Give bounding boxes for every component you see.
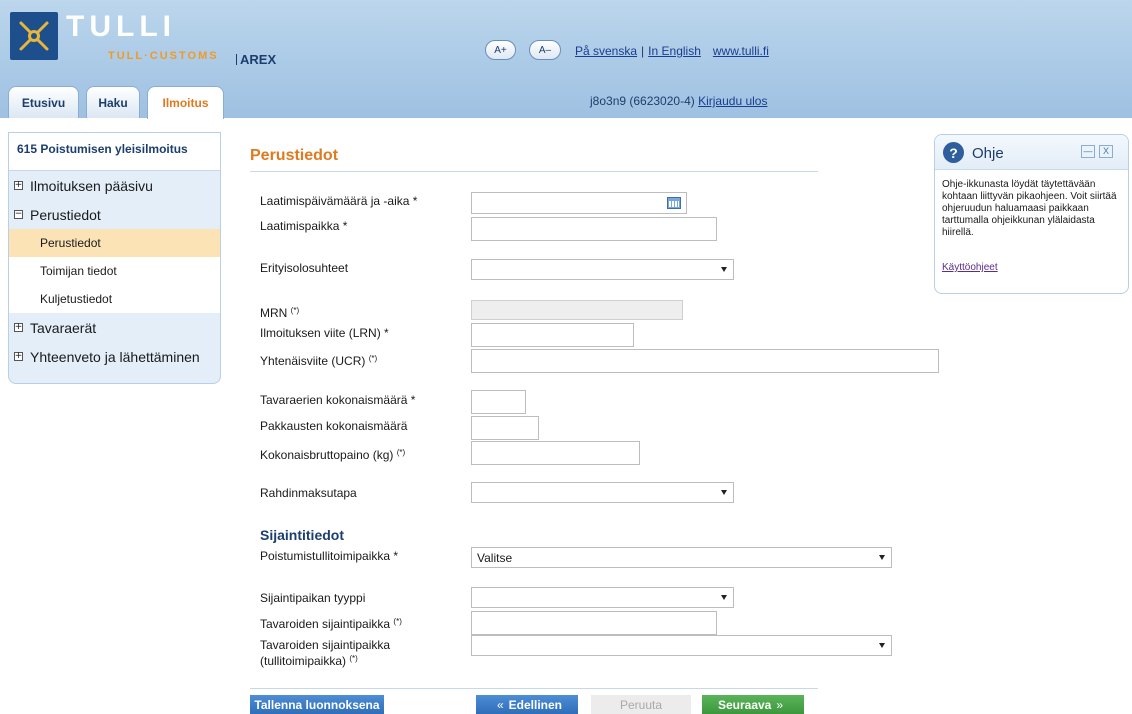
ucr-input[interactable] [471,349,939,373]
goods-location-label: Tavaroiden sijaintipaikka (*) [260,617,402,631]
cancel-button[interactable]: Peruuta [591,695,691,714]
user-id: j8o3n9 (6623020-4) [590,94,695,108]
user-guide-link[interactable]: Käyttöohjeet [942,262,998,273]
footer-divider [250,688,818,689]
goods-location-input[interactable] [471,611,717,635]
sidebar-subitem-toimijan-tiedot[interactable]: Toimijan tiedot [9,257,220,285]
date-time-input[interactable] [471,192,687,214]
sidebar-item-label: Yhteenveto ja lähettäminen [30,348,200,365]
help-title: Ohje [972,145,1004,162]
help-header[interactable]: ? Ohje — X [935,135,1128,170]
previous-button[interactable]: «Edellinen [476,695,578,714]
logo-subtitle: TULL·CUSTOMS [108,50,219,62]
total-items-input[interactable] [471,390,526,414]
question-icon: ? [943,142,964,163]
place-label: Laatimispaikka * [260,219,348,233]
subsection-title: Sijaintitiedot [260,527,344,543]
next-button[interactable]: Seuraava» [702,695,804,714]
calendar-icon[interactable] [667,197,681,209]
save-draft-button[interactable]: Tallenna luonnoksena [250,695,384,714]
tab-ilmoitus[interactable]: Ilmoitus [147,86,224,119]
tab-etusivu[interactable]: Etusivu [8,86,79,118]
tab-haku[interactable]: Haku [86,86,140,118]
help-panel[interactable]: ? Ohje — X Ohje-ikkunasta löydät täytett… [934,134,1129,294]
sidebar-subitem-perustiedot[interactable]: Perustiedot [9,229,220,257]
special-circumstances-label: Erityisolosuhteet [260,261,349,275]
page-title: Perustiedot [250,147,339,164]
logout-link[interactable]: Kirjaudu ulos [698,94,767,108]
sidebar-item-ilmoituksen-paasivu[interactable]: + Ilmoituksen pääsivu [9,171,220,200]
expand-icon[interactable]: + [14,181,23,190]
gross-weight-input[interactable] [471,441,640,465]
chevron-right-icon: » [776,697,784,712]
ucr-label: Yhtenäisviite (UCR) (*) [260,354,378,368]
font-decrease-button[interactable]: A– [529,40,561,60]
english-link[interactable]: In English [648,44,701,58]
collapse-icon[interactable]: − [14,210,23,219]
app-name: AREX [236,52,276,67]
lang-separator: | [641,44,645,58]
minimize-icon[interactable]: — [1081,145,1095,158]
sidebar-subitem-kuljetustiedot[interactable]: Kuljetustiedot [9,285,220,313]
sidebar-title: 615 Poistumisen yleisilmoitus [9,133,220,171]
total-packages-input[interactable] [471,416,539,440]
chevron-down-icon [721,595,727,600]
total-packages-label: Pakkausten kokonaismäärä [260,419,408,433]
swedish-link[interactable]: På svenska [575,44,637,58]
chevron-down-icon [721,267,727,272]
lrn-input[interactable] [471,323,634,347]
location-type-label: Sijaintipaikan tyyppi [260,591,366,605]
user-info: j8o3n9 (6623020-4) Kirjaudu ulos [590,94,767,108]
help-text: Ohje-ikkunasta löydät täytettävään kohta… [942,179,1117,238]
place-input[interactable] [471,217,717,241]
close-icon[interactable]: X [1099,145,1113,158]
gross-weight-label: Kokonaisbruttopaino (kg) (*) [260,448,406,462]
chevron-down-icon [879,555,885,560]
special-circumstances-select[interactable] [471,259,734,280]
goods-location-office-label: Tavaroiden sijaintipaikka (tullitoimipaik… [260,638,391,668]
select-value: Valitse [477,550,513,565]
chevron-left-icon: « [496,697,504,712]
lrn-label: Ilmoituksen viite (LRN) * [260,326,389,340]
freight-payment-label: Rahdinmaksutapa [260,486,357,500]
sidebar-item-label: Ilmoituksen pääsivu [30,177,153,194]
sidebar-nav: 615 Poistumisen yleisilmoitus + Ilmoituk… [8,132,221,384]
sidebar-item-label: Tavaraerät [30,319,97,336]
logo-title: TULLI [66,10,176,43]
date-time-label: Laatimispäivämäärä ja -aika * [260,194,418,208]
location-type-select[interactable] [471,587,734,608]
expand-icon[interactable]: + [14,323,23,332]
title-divider [250,171,818,172]
header-bar: TULLI TULL·CUSTOMS AREX A+ A– På svenska… [0,0,1132,119]
language-links: På svenska | In English www.tulli.fi [575,44,769,58]
mrn-label: MRN (*) [260,306,300,320]
expand-icon[interactable]: + [14,352,23,361]
exit-office-label: Poistumistullitoimipaikka * [260,549,399,563]
goods-location-office-select[interactable] [471,635,892,656]
exit-office-select[interactable]: Valitse [471,547,892,568]
chevron-down-icon [721,490,727,495]
sidebar-item-tavaraerat[interactable]: + Tavaraerät [9,313,220,342]
sidebar-item-yhteenveto[interactable]: + Yhteenveto ja lähettäminen [9,342,220,371]
mrn-input[interactable] [471,300,683,320]
freight-payment-select[interactable] [471,482,734,503]
chevron-down-icon [879,643,885,648]
total-items-label: Tavaraerien kokonaismäärä * [260,393,416,407]
site-link[interactable]: www.tulli.fi [713,44,769,58]
font-increase-button[interactable]: A+ [485,40,516,60]
logo-emblem-icon [10,12,58,60]
sidebar-item-label: Perustiedot [30,206,101,223]
sidebar-item-perustiedot[interactable]: − Perustiedot [9,200,220,229]
